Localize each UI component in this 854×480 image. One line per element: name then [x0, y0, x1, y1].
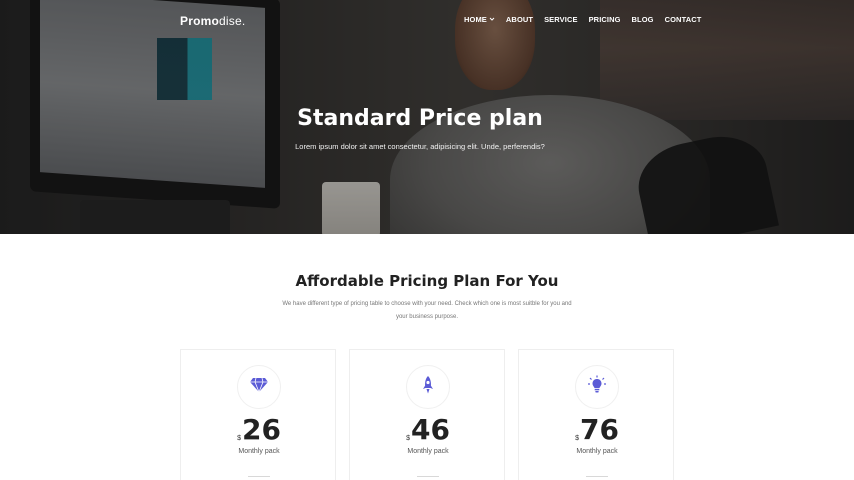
pricing-card-standard: $ 46 Monthly pack	[349, 349, 505, 480]
price-row: $ 46	[350, 416, 506, 444]
hero-banner: Promodise. HOME ABOUT SERVICE PRICING BL…	[0, 0, 854, 234]
pricing-description-line-1: We have different type of pricing table …	[282, 301, 572, 307]
hero-title: Standard Price plan	[297, 106, 543, 131]
price-row: $ 26	[181, 416, 337, 444]
nav-item-home[interactable]: HOME	[464, 15, 495, 24]
price-period: Monthly pack	[576, 448, 618, 455]
card-divider	[248, 476, 270, 477]
logo-light-text: dise.	[219, 14, 246, 28]
site-logo[interactable]: Promodise.	[180, 14, 245, 28]
logo-bold-text: Promo	[180, 14, 220, 28]
nav-item-label: SERVICE	[544, 15, 578, 24]
price-amount: 46	[410, 413, 450, 446]
price-period: Monthly pack	[238, 448, 280, 455]
pricing-section-description: We have different type of pricing table …	[254, 298, 600, 324]
diamond-icon	[249, 377, 269, 398]
price-amount: 26	[241, 413, 281, 446]
main-nav: HOME ABOUT SERVICE PRICING BLOG CONTACT	[464, 15, 712, 24]
pricing-icon-wrapper	[406, 365, 450, 409]
nav-item-blog[interactable]: BLOG	[632, 15, 654, 24]
price-currency: $	[237, 435, 241, 442]
nav-item-label: PRICING	[588, 15, 621, 24]
pricing-section-title: Affordable Pricing Plan For You	[295, 272, 559, 290]
pricing-card-premium: $ 76 Monthly pack	[518, 349, 674, 480]
rocket-icon	[421, 375, 435, 400]
price-currency: $	[575, 435, 579, 442]
card-divider	[417, 476, 439, 477]
chevron-down-icon	[489, 16, 495, 24]
nav-item-pricing[interactable]: PRICING	[589, 15, 621, 24]
price-row: $ 76	[519, 416, 675, 444]
nav-item-label: BLOG	[631, 15, 654, 24]
nav-item-label: ABOUT	[505, 15, 534, 24]
nav-item-about[interactable]: ABOUT	[506, 15, 533, 24]
pricing-description-line-2: your business purpose.	[395, 314, 459, 320]
nav-item-contact[interactable]: CONTACT	[665, 15, 702, 24]
card-divider	[586, 476, 608, 477]
pricing-card-basic: $ 26 Monthly pack	[180, 349, 336, 480]
pricing-icon-wrapper	[575, 365, 619, 409]
price-currency: $	[406, 435, 410, 442]
nav-item-service[interactable]: SERVICE	[544, 15, 578, 24]
price-amount: 76	[579, 413, 619, 446]
pricing-icon-wrapper	[237, 365, 281, 409]
nav-item-label: CONTACT	[664, 15, 702, 24]
nav-item-label: HOME	[464, 15, 487, 24]
price-period: Monthly pack	[407, 448, 449, 455]
lightbulb-icon	[587, 375, 607, 400]
hero-subtitle: Lorem ipsum dolor sit amet consectetur, …	[295, 142, 545, 151]
